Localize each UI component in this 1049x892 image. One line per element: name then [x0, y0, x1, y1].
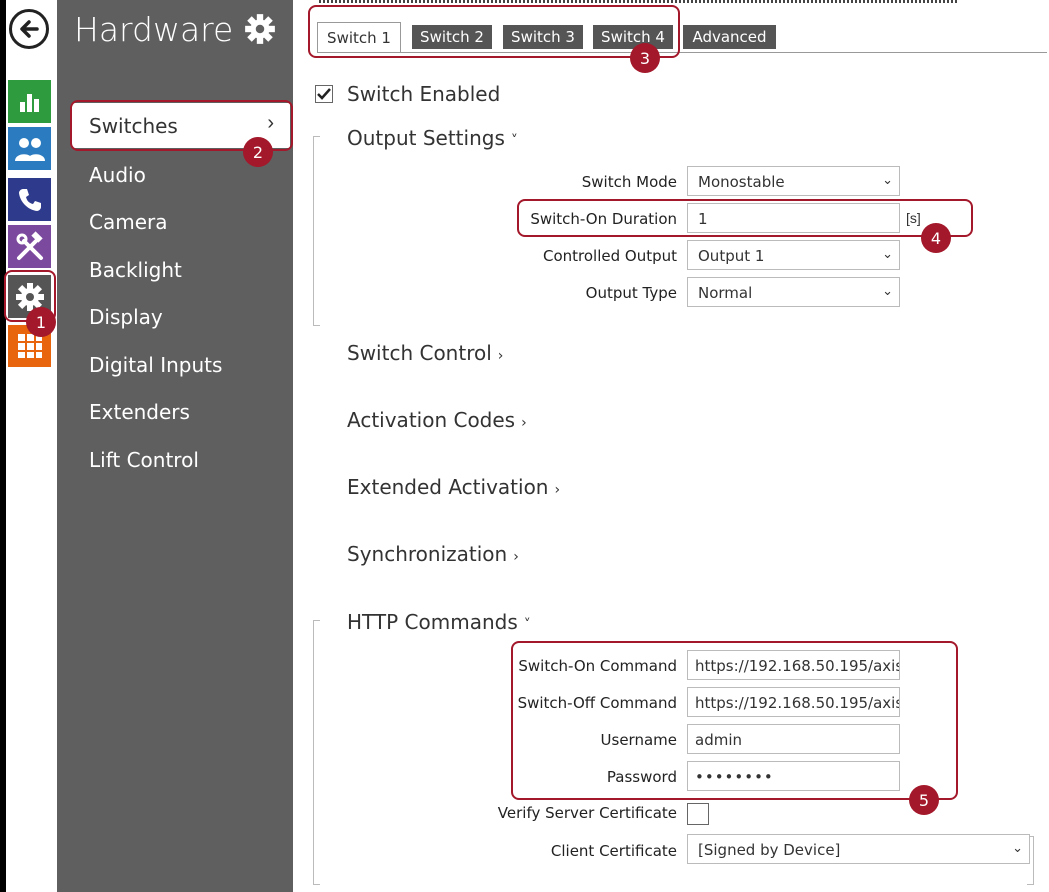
output-settings-header[interactable]: Output Settings ˅ — [347, 126, 518, 150]
switch-control-header[interactable]: Switch Control › — [347, 341, 503, 365]
section-title-text: Synchronization — [347, 542, 508, 566]
status-app-button[interactable] — [8, 80, 51, 123]
http-commands-header[interactable]: HTTP Commands ˅ — [347, 610, 531, 634]
sidebar-item-display[interactable]: Display — [89, 305, 163, 329]
output-type-value: Normal — [698, 284, 753, 302]
tools-icon — [16, 230, 43, 260]
chevron-down-icon: ˅ — [523, 617, 531, 633]
bar-chart-icon — [19, 93, 39, 112]
controlled-output-select[interactable]: Output 1 ⌄ — [687, 240, 900, 270]
section-title-text: Output Settings — [347, 126, 505, 150]
annotation-badge-4: 4 — [921, 223, 951, 253]
section-title-text: Switch Control — [347, 341, 492, 365]
window-edge — [0, 0, 6, 892]
switch-mode-select[interactable]: Monostable ⌄ — [687, 166, 900, 196]
chevron-right-icon: › — [554, 482, 561, 498]
annotation-badge-1: 1 — [26, 307, 56, 337]
sidebar-item-camera[interactable]: Camera — [89, 210, 168, 234]
phone-icon — [18, 188, 41, 211]
annotation-badge-3: 3 — [630, 43, 660, 73]
section-bracket-left — [313, 136, 320, 326]
switch-mode-value: Monostable — [698, 173, 785, 191]
chevron-down-icon: ˅ — [510, 133, 518, 149]
section-title-text: HTTP Commands — [347, 610, 518, 634]
sidebar-item-audio[interactable]: Audio — [89, 163, 146, 187]
synchronization-header[interactable]: Synchronization › — [347, 542, 519, 566]
section-bracket-left — [313, 620, 320, 885]
client-certificate-select[interactable]: [Signed by Device] ⌄ — [687, 834, 1030, 864]
chevron-right-icon: › — [497, 348, 504, 364]
sidebar-item-digital-inputs[interactable]: Digital Inputs — [89, 353, 222, 377]
sidebar-item-lift-control[interactable]: Lift Control — [89, 448, 199, 472]
checkmark-icon — [317, 88, 331, 100]
client-certificate-label: Client Certificate — [550, 842, 677, 860]
tab-advanced[interactable]: Advanced — [683, 25, 776, 49]
switch-enabled-checkbox[interactable] — [315, 85, 333, 103]
services-app-button[interactable] — [8, 225, 51, 268]
top-border — [319, 0, 959, 3]
controlled-output-value: Output 1 — [698, 247, 765, 265]
verify-server-certificate-checkbox[interactable] — [687, 803, 709, 825]
annotation-badge-2: 2 — [243, 137, 273, 167]
sidebar-title: Hardware — [74, 10, 234, 49]
users-icon — [14, 137, 45, 161]
annotation-highlight-4 — [517, 199, 973, 237]
chevron-right-icon: › — [521, 415, 527, 431]
chevron-down-icon: ⌄ — [882, 247, 893, 262]
output-type-label: Output Type — [585, 284, 677, 302]
verify-server-certificate-label: Verify Server Certificate — [497, 804, 677, 822]
chevron-right-icon: › — [513, 549, 519, 565]
controlled-output-label: Controlled Output — [542, 247, 677, 265]
chevron-down-icon: ⌄ — [882, 173, 893, 188]
switch-enabled-label: Switch Enabled — [347, 82, 501, 106]
app-icon-bar: 1 — [0, 0, 57, 892]
extended-activation-header[interactable]: Extended Activation › — [347, 475, 560, 499]
annotation-highlight-5 — [511, 641, 958, 800]
sidebar-item-backlight[interactable]: Backlight — [89, 258, 182, 282]
chevron-down-icon: ⌄ — [1012, 841, 1023, 856]
section-title-text: Extended Activation — [347, 475, 549, 499]
back-button[interactable] — [9, 9, 49, 49]
chevron-down-icon: ⌄ — [882, 284, 893, 299]
section-title-text: Activation Codes — [347, 408, 516, 432]
client-certificate-value: [Signed by Device] — [698, 841, 841, 859]
gear-icon — [245, 14, 275, 44]
sidebar-item-extenders[interactable]: Extenders — [89, 400, 190, 424]
switch-mode-label: Switch Mode — [581, 173, 677, 191]
directory-app-button[interactable] — [8, 127, 51, 170]
activation-codes-header[interactable]: Activation Codes › — [347, 408, 527, 432]
calls-app-button[interactable] — [8, 178, 51, 221]
sidebar: Hardware Switches › 2 Audio Camera Backl… — [57, 0, 293, 892]
output-type-select[interactable]: Normal ⌄ — [687, 277, 900, 307]
back-arrow-icon — [20, 20, 39, 38]
annotation-badge-5: 5 — [909, 785, 939, 815]
annotation-highlight-3 — [308, 5, 680, 58]
main-content: Switch 1 Switch 2 Switch 3 Switch 4 Adva… — [293, 0, 1049, 892]
